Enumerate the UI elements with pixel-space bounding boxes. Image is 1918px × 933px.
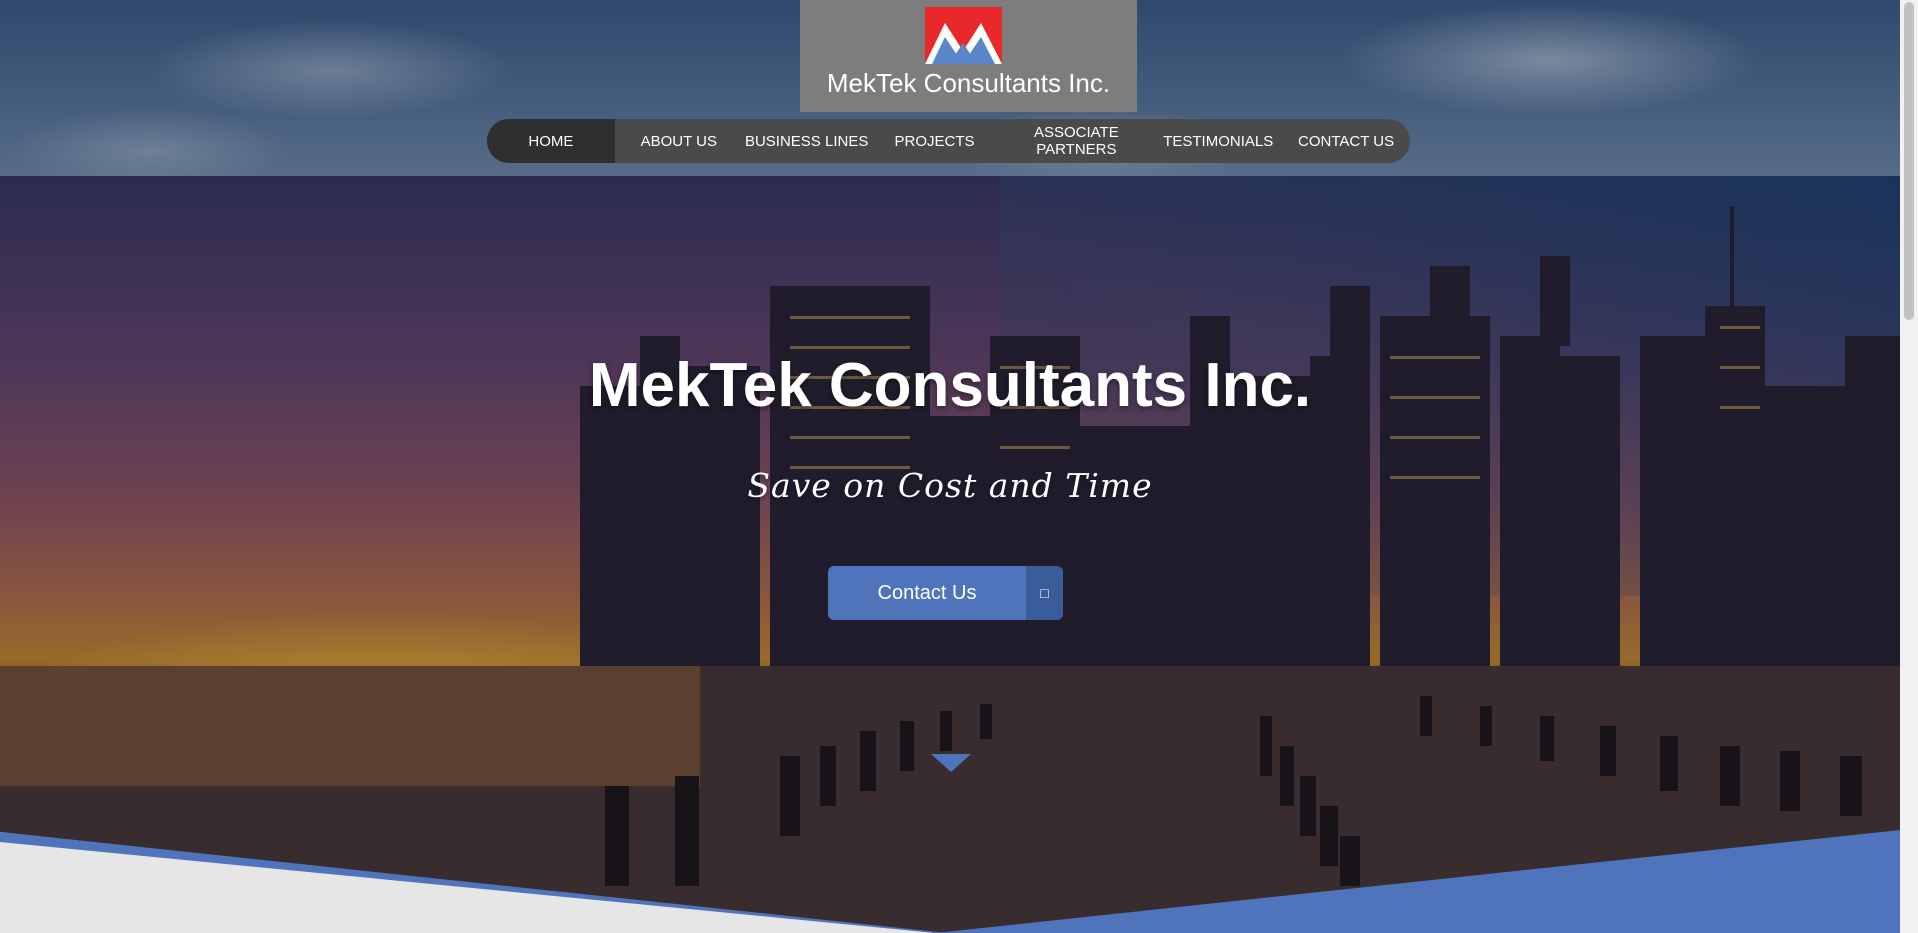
nav-item-testimonials[interactable]: TESTIMONIALS [1154,119,1282,163]
mektek-logo-icon [925,7,1002,64]
scrollbar-thumb[interactable] [1904,2,1914,320]
logo-box[interactable]: MekTek Consultants Inc. [800,0,1137,112]
hero-overlay [0,176,1900,933]
hero-tagline: Save on Cost and Time [747,466,1153,505]
hero-title: MekTek Consultants Inc. [588,351,1312,420]
page: MekTek Consultants Inc. HOME ABOUT US BU… [0,0,1918,933]
nav-item-projects[interactable]: PROJECTS [871,119,999,163]
hero-section: MekTek Consultants Inc. Save on Cost and… [0,176,1900,933]
nav-item-about-us[interactable]: ABOUT US [615,119,743,163]
nav-item-contact-us[interactable]: CONTACT US [1282,119,1410,163]
logo-text: MekTek Consultants Inc. [826,68,1111,98]
contact-us-button[interactable]: Contact Us □ [828,566,1063,620]
nav-item-associate-partners[interactable]: ASSOCIATE PARTNERS [998,119,1154,163]
page-scrollbar[interactable] [1900,0,1918,933]
contact-us-button-label: Contact Us [828,566,1026,620]
main-nav: HOME ABOUT US BUSINESS LINES PROJECTS AS… [487,119,1410,163]
nav-item-business-lines[interactable]: BUSINESS LINES [743,119,871,163]
square-icon: □ [1026,566,1063,620]
triangle-down-icon[interactable] [931,754,971,772]
nav-item-home[interactable]: HOME [487,119,615,163]
